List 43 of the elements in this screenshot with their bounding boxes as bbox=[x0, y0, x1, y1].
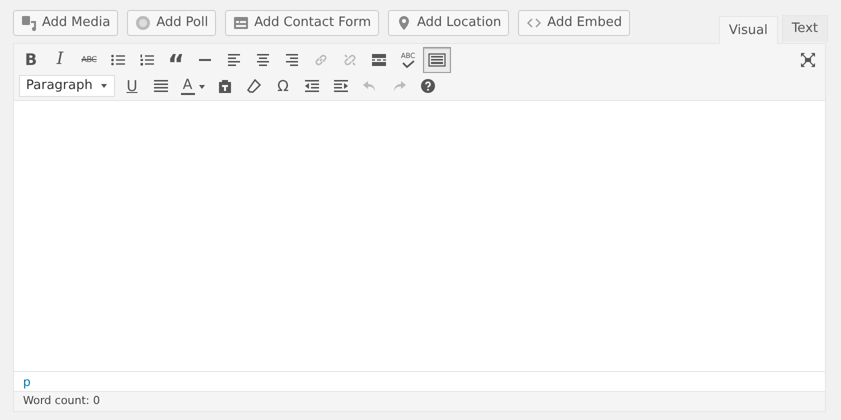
redo-icon bbox=[391, 78, 407, 94]
clipboard-icon bbox=[217, 78, 233, 94]
numbered-list-icon bbox=[139, 52, 155, 68]
fullscreen-icon bbox=[800, 52, 816, 68]
eraser-icon bbox=[246, 78, 262, 94]
undo-icon bbox=[362, 78, 378, 94]
special-character-button[interactable]: Ω bbox=[269, 73, 297, 99]
add-button[interactable]: Add Poll bbox=[127, 10, 216, 36]
underline-button[interactable]: U bbox=[118, 73, 146, 99]
bulleted-list-icon bbox=[110, 52, 126, 68]
caret-icon bbox=[198, 82, 206, 90]
editor-tab[interactable]: Text bbox=[782, 15, 828, 42]
strikethrough-button[interactable]: ABC bbox=[75, 47, 103, 73]
link-icon bbox=[313, 52, 329, 68]
help-icon bbox=[420, 78, 436, 94]
align-center-icon bbox=[255, 52, 271, 68]
element-path[interactable]: p bbox=[23, 372, 31, 390]
toolbar-toggle-button[interactable] bbox=[423, 47, 451, 73]
add-button[interactable]: Add Embed bbox=[518, 10, 630, 36]
word-count: Word count: 0 bbox=[23, 393, 100, 410]
media-icon bbox=[21, 15, 37, 31]
text-color-button[interactable]: A bbox=[176, 73, 210, 99]
check-icon bbox=[400, 60, 415, 68]
blockquote-button[interactable]: “ bbox=[162, 47, 190, 73]
add-button[interactable]: Add Media bbox=[13, 10, 118, 36]
broken-link-icon bbox=[342, 52, 358, 68]
form-icon bbox=[233, 15, 250, 31]
format-select[interactable]: Paragraph bbox=[19, 75, 115, 97]
read-more-icon bbox=[371, 52, 387, 68]
keyboard-icon bbox=[428, 52, 446, 68]
align-right-icon bbox=[284, 52, 300, 68]
align-left-icon bbox=[226, 52, 242, 68]
italic-button[interactable]: I bbox=[46, 47, 74, 73]
add-button[interactable]: Add Contact Form bbox=[225, 10, 379, 36]
horizontal-line-icon bbox=[199, 59, 211, 61]
bold-button[interactable]: B bbox=[17, 47, 45, 73]
indent-icon bbox=[333, 78, 349, 94]
add-button[interactable]: Add Location bbox=[388, 10, 510, 36]
poll-icon bbox=[135, 15, 152, 31]
editor-tab[interactable]: Visual bbox=[718, 16, 778, 44]
justify-icon bbox=[153, 78, 169, 94]
dropdown-arrow-icon bbox=[100, 82, 108, 90]
outdent-icon bbox=[304, 78, 320, 94]
